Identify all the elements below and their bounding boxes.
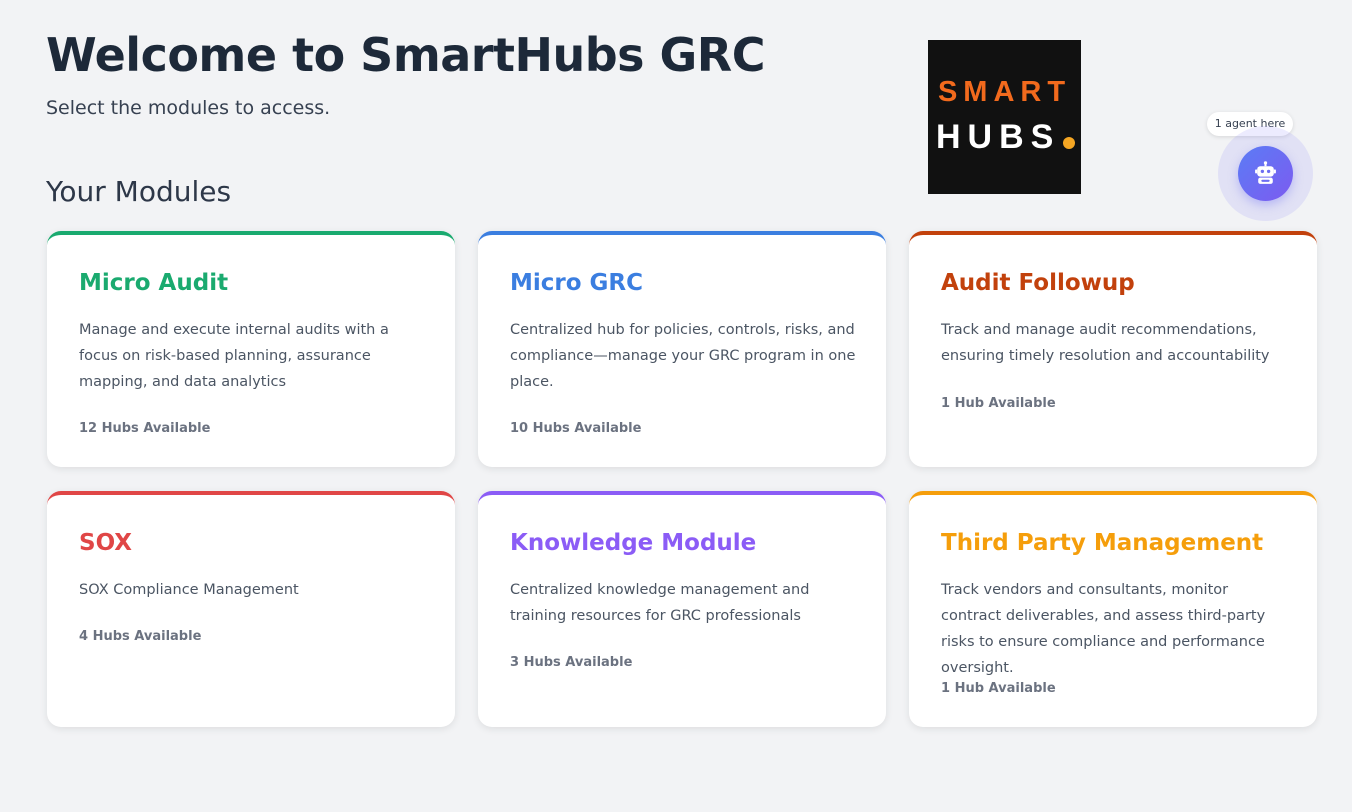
module-title: Micro Audit bbox=[79, 270, 229, 296]
section-title: Your Modules bbox=[46, 175, 232, 208]
module-hub-count: 12 Hubs Available bbox=[79, 421, 211, 436]
module-hub-count: 1 Hub Available bbox=[941, 681, 1056, 696]
logo-text-hubs: HUBS bbox=[936, 118, 1061, 156]
module-description: Centralized hub for policies, controls, … bbox=[510, 322, 856, 390]
module-card-third-party-management[interactable]: Third Party Management Track vendors and… bbox=[909, 491, 1317, 727]
robot-icon bbox=[1255, 161, 1276, 184]
smarthubs-logo: SMART HUBS bbox=[928, 40, 1081, 194]
logo-text-smart: SMART bbox=[937, 76, 1072, 108]
logo-dot bbox=[1063, 137, 1075, 149]
module-title: Micro GRC bbox=[510, 270, 644, 296]
page-subtitle: Select the modules to access. bbox=[46, 97, 331, 119]
module-card-knowledge-module[interactable]: Knowledge Module Centralized knowledge m… bbox=[478, 491, 886, 727]
module-title: Third Party Management bbox=[941, 530, 1264, 556]
module-title: Audit Followup bbox=[941, 270, 1135, 296]
module-hub-count: 3 Hubs Available bbox=[510, 655, 633, 670]
module-card-audit-followup[interactable]: Audit Followup Track and manage audit re… bbox=[909, 231, 1317, 467]
module-description: Manage and execute internal audits with … bbox=[79, 322, 389, 390]
module-description: SOX Compliance Management bbox=[79, 582, 299, 598]
page-title: Welcome to SmartHubs GRC bbox=[46, 28, 765, 82]
module-hub-count: 1 Hub Available bbox=[941, 396, 1056, 411]
module-hub-count: 4 Hubs Available bbox=[79, 629, 202, 644]
module-card-micro-grc[interactable]: Micro GRC Centralized hub for policies, … bbox=[478, 231, 886, 467]
module-hub-count: 10 Hubs Available bbox=[510, 421, 642, 436]
module-description: Track and manage audit recommendations, … bbox=[941, 322, 1270, 364]
module-card-sox[interactable]: SOX SOX Compliance Management 4 Hubs Ava… bbox=[47, 491, 455, 727]
module-card-micro-audit[interactable]: Micro Audit Manage and execute internal … bbox=[47, 231, 455, 467]
module-description: Track vendors and consultants, monitor c… bbox=[941, 582, 1266, 676]
module-title: Knowledge Module bbox=[510, 530, 757, 556]
module-title: SOX bbox=[79, 530, 133, 556]
module-description: Centralized knowledge management and tra… bbox=[510, 582, 810, 624]
agent-button[interactable] bbox=[1238, 146, 1293, 201]
